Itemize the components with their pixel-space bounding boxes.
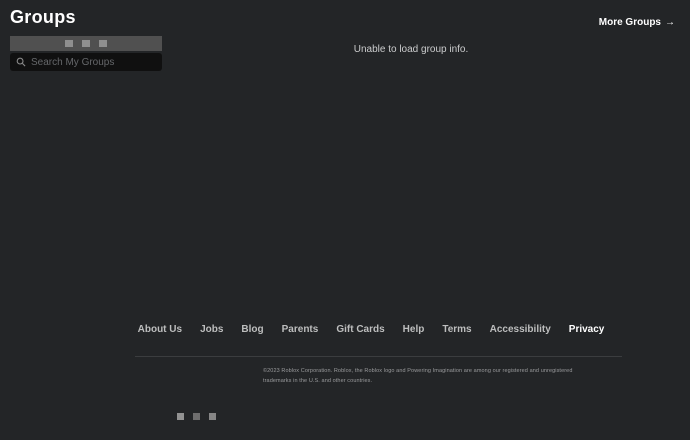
- copyright-text: ©2023 Roblox Corporation. Roblox, the Ro…: [263, 368, 573, 384]
- footer-link-blog[interactable]: Blog: [241, 324, 263, 335]
- groups-page: Groups More Groups → Unable to load grou…: [0, 0, 690, 440]
- footer-link-about-us[interactable]: About Us: [138, 324, 182, 335]
- search-my-groups-box: [10, 53, 162, 71]
- footer-link-parents[interactable]: Parents: [282, 324, 319, 335]
- footer-link-terms[interactable]: Terms: [442, 324, 471, 335]
- footer-social-placeholders: [177, 413, 216, 420]
- footer-link-gift-cards[interactable]: Gift Cards: [336, 324, 384, 335]
- search-icon: [16, 57, 26, 67]
- footer-link-help[interactable]: Help: [403, 324, 425, 335]
- footer-nav: About Us Jobs Blog Parents Gift Cards He…: [138, 324, 605, 335]
- more-groups-label: More Groups: [598, 17, 661, 28]
- group-tabs-placeholder: [10, 36, 162, 51]
- search-input[interactable]: [31, 56, 156, 68]
- page-title: Groups: [10, 7, 76, 27]
- social-placeholder-icon[interactable]: [193, 413, 200, 420]
- group-tab-placeholder-icon[interactable]: [65, 40, 73, 47]
- error-message: Unable to load group info.: [353, 44, 469, 55]
- footer-link-privacy[interactable]: Privacy: [569, 324, 605, 335]
- social-placeholder-icon[interactable]: [209, 413, 216, 420]
- arrow-right-icon: →: [665, 17, 675, 28]
- footer-divider: [135, 356, 622, 357]
- group-tab-placeholder-icon[interactable]: [99, 40, 107, 47]
- more-groups-link[interactable]: More Groups →: [599, 17, 675, 28]
- footer-link-accessibility[interactable]: Accessibility: [490, 324, 551, 335]
- social-placeholder-icon[interactable]: [177, 413, 184, 420]
- footer-link-jobs[interactable]: Jobs: [200, 324, 223, 335]
- group-tab-placeholder-icon[interactable]: [82, 40, 90, 47]
